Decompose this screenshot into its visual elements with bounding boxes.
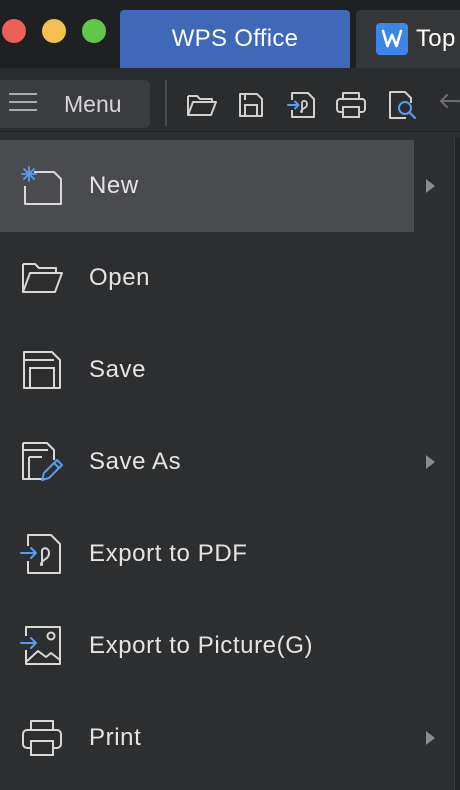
menu-item-label: New [89, 172, 139, 199]
menu-item-label: Open [89, 264, 151, 291]
print-preview-icon[interactable] [385, 88, 419, 122]
save-icon[interactable] [234, 88, 268, 122]
undo-icon[interactable] [436, 88, 460, 122]
menu-item-export-picture[interactable]: Export to Picture(G) [0, 600, 454, 692]
save-as-icon [20, 440, 64, 484]
print-icon[interactable] [334, 88, 368, 122]
close-window-button[interactable] [2, 19, 26, 43]
export-pdf-icon [20, 532, 64, 576]
new-document-icon [20, 164, 64, 208]
tab-label: WPS Office [171, 25, 299, 52]
print-icon [20, 716, 64, 760]
tab-document[interactable]: Top [356, 10, 460, 68]
menu-item-save-as[interactable]: Save As [0, 416, 454, 508]
menu-item-label: Save As [89, 448, 182, 475]
save-icon [20, 348, 64, 392]
menu-button-label: Menu [64, 90, 122, 117]
zoom-window-button[interactable] [82, 19, 106, 43]
submenu-arrow-icon [426, 455, 435, 469]
menu-item-label: Export to Picture(G) [89, 632, 314, 659]
word-doc-icon [376, 23, 408, 55]
menu-item-export-pdf[interactable]: Export to PDF [0, 508, 454, 600]
export-picture-icon [20, 624, 64, 668]
menu-item-print[interactable]: Print [0, 692, 454, 784]
minimize-window-button[interactable] [42, 19, 66, 43]
wps-office-window: WPS Office Top Menu New Open Save Save A… [0, 0, 460, 790]
title-bar: WPS Office Top [0, 0, 460, 68]
quick-access-toolbar: Menu [0, 68, 460, 132]
menu-item-label: Save [89, 356, 147, 383]
menu-item-open[interactable]: Open [0, 232, 454, 324]
export-pdf-icon[interactable] [285, 88, 319, 122]
menu-item-save[interactable]: Save [0, 324, 454, 416]
tab-label: Top [416, 25, 456, 52]
menu-item-label: Print [89, 724, 142, 751]
open-folder-icon[interactable] [185, 88, 219, 122]
menu-item-new[interactable]: New [0, 140, 435, 232]
menu-item-label: Export to PDF [89, 540, 248, 567]
file-menu-dropdown: New Open Save Save As Export to PDF Expo… [0, 140, 454, 784]
submenu-arrow-icon [426, 731, 435, 745]
menu-button[interactable]: Menu [0, 80, 150, 128]
hamburger-icon [8, 91, 38, 118]
submenu-arrow-icon [426, 179, 435, 193]
toolbar-divider [165, 80, 167, 126]
tab-wps-office[interactable]: WPS Office [120, 10, 350, 68]
open-folder-icon [20, 256, 64, 300]
document-area-edge [454, 138, 460, 790]
